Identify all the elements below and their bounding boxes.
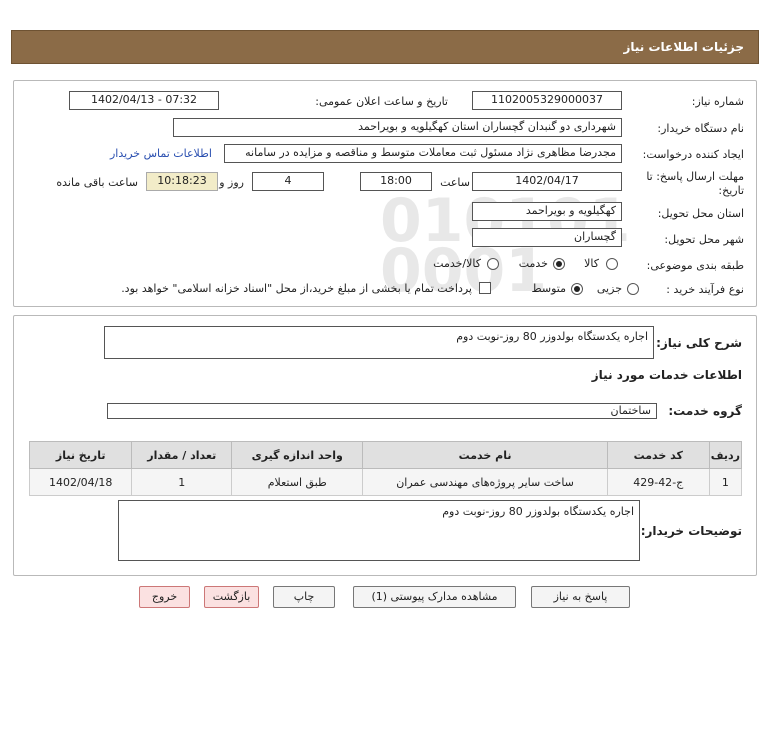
remaining-days-field: 4 <box>252 172 324 191</box>
back-button[interactable]: بازگشت <box>204 586 259 608</box>
buyer-org-label: نام دستگاه خریدار: <box>657 122 744 135</box>
category-goods-radio[interactable] <box>606 258 618 270</box>
category-label: طبقه بندی موضوعی: <box>646 259 744 272</box>
province-label: استان محل تحویل: <box>657 207 744 220</box>
category-goods-service-radio[interactable] <box>487 258 499 270</box>
process-minor-label: جزیی <box>596 282 622 295</box>
deadline-date-field: 1402/04/17 <box>472 172 622 191</box>
treasury-payment-note: پرداخت تمام یا بخشی از مبلغ خرید،از محل … <box>121 282 472 295</box>
col-quantity: تعداد / مقدار <box>131 441 233 469</box>
process-type-label: نوع فرآیند خرید : <box>666 283 744 296</box>
page-header: جزئیات اطلاعات نیاز <box>11 30 759 64</box>
cell-service-name: ساخت سایر پروژه‌های مهندسی عمران <box>362 468 608 496</box>
summary-label: شرح کلی نیاز: <box>656 336 742 350</box>
col-row: ردیف <box>708 441 743 469</box>
city-label: شهر محل تحویل: <box>664 233 744 246</box>
services-table: ردیف کد خدمت نام خدمت واحد اندازه گیری ت… <box>28 441 743 496</box>
service-group-field: ساختمان <box>107 403 657 419</box>
remaining-time-field: 10:18:23 <box>146 172 218 191</box>
need-number-field: 1102005329000037 <box>472 91 622 110</box>
col-service-code: کد خدمت <box>606 441 710 469</box>
col-service-name: نام خدمت <box>362 441 608 469</box>
service-group-label: گروه خدمت: <box>668 404 742 418</box>
services-section-title: اطلاعات خدمات مورد نیاز <box>591 368 742 382</box>
print-button[interactable]: چاپ <box>273 586 335 608</box>
treasury-payment-checkbox[interactable] <box>479 282 491 294</box>
city-field: گچساران <box>472 228 622 247</box>
reply-button[interactable]: پاسخ به نیاز <box>531 586 630 608</box>
buyer-org-field: شهرداری دو گنبدان گچساران استان کهگیلویه… <box>173 118 622 137</box>
services-table-header: ردیف کد خدمت نام خدمت واحد اندازه گیری ت… <box>28 441 743 469</box>
summary-field: اجاره یکدستگاه بولدوزر 80 روز-نوبت دوم <box>104 326 654 359</box>
cell-service-code: ج-42-429 <box>606 468 710 496</box>
process-minor-radio[interactable] <box>627 283 639 295</box>
cell-unit: طبق استعلام <box>231 468 364 496</box>
deadline-time-label: ساعت <box>440 176 470 189</box>
category-service-label: خدمت <box>518 257 548 270</box>
deadline-label-date: تاریخ: <box>718 184 744 197</box>
creator-label: ایجاد کننده درخواست: <box>642 148 744 161</box>
category-goods-service-label: کالا/خدمت <box>433 257 481 270</box>
announce-datetime-field: 1402/04/13 - 07:32 <box>69 91 219 110</box>
cell-quantity: 1 <box>131 468 233 496</box>
deadline-label: مهلت ارسال پاسخ: تا <box>646 170 744 183</box>
process-medium-radio[interactable] <box>571 283 583 295</box>
col-need-date: تاریخ نیاز <box>28 441 133 469</box>
remaining-days-label: روز و <box>219 176 244 189</box>
need-number-label: شماره نیاز: <box>691 95 744 108</box>
province-field: کهگیلویه و بویراحمد <box>472 202 622 221</box>
category-goods-label: کالا <box>584 257 599 270</box>
page-title: جزئیات اطلاعات نیاز <box>623 40 744 54</box>
buyer-notes-label: توضیحات خریدار: <box>640 524 742 538</box>
remaining-time-label: ساعت باقی مانده <box>56 176 138 189</box>
cell-need-date: 1402/04/18 <box>28 468 133 496</box>
process-medium-label: متوسط <box>531 282 566 295</box>
creator-field: مجدرضا مظاهری نژاد مسئول ثبت معاملات متو… <box>224 144 622 163</box>
table-row: 1 ج-42-429 ساخت سایر پروژه‌های مهندسی عم… <box>28 468 743 496</box>
announce-datetime-label: تاریخ و ساعت اعلان عمومی: <box>315 95 448 108</box>
need-info-panel <box>13 80 757 307</box>
buyer-contact-link[interactable]: اطلاعات تماس خریدار <box>110 147 212 160</box>
category-service-radio[interactable] <box>553 258 565 270</box>
cell-row: 1 <box>708 468 743 496</box>
attachments-button[interactable]: مشاهده مدارک پیوستی (1) <box>353 586 516 608</box>
buyer-notes-field: اجاره یکدستگاه بولدوزر 80 روز-نوبت دوم <box>118 500 640 561</box>
col-unit: واحد اندازه گیری <box>231 441 364 469</box>
exit-button[interactable]: خروج <box>139 586 190 608</box>
deadline-time-field: 18:00 <box>360 172 432 191</box>
